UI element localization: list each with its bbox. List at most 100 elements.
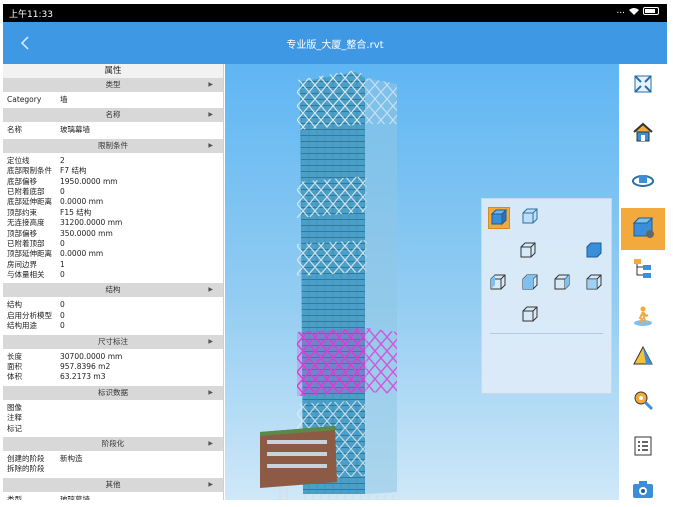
property-row[interactable]: 顶部偏移 350.0000 mm [3,229,223,239]
section-header[interactable]: 其他 ▶ [3,477,223,492]
home-button[interactable] [627,118,659,150]
property-key: 创建的阶段 [7,453,45,463]
chevron-right-icon: ▶ [208,439,213,447]
property-row[interactable]: 长度 30700.0000 mm [3,352,223,362]
property-key: 拆除的阶段 [7,464,45,474]
section-label: 尺寸标注 [98,336,128,346]
property-value: 957.8396 m2 [60,362,111,372]
property-row[interactable]: 图像 [3,403,223,413]
property-row[interactable]: 名称 玻璃幕墙 [3,125,223,135]
property-row[interactable]: 标记 [3,424,223,434]
property-value: 350.0000 mm [60,228,113,238]
property-row[interactable]: 已附着底部 0 [3,187,223,197]
property-key: 面积 [7,362,22,372]
section-header[interactable]: 阶段化 ▶ [3,436,223,451]
property-row[interactable]: 与体量相关 0 [3,270,223,280]
section-header[interactable]: 类型 ▶ [3,78,223,92]
property-value: 0 [60,186,65,196]
property-row[interactable]: 创建的阶段 新构造 [3,454,223,464]
property-value: 玻璃幕墙 [60,494,90,500]
property-row[interactable]: 启用分析模型 0 [3,311,223,321]
property-row[interactable]: 拆除的阶段 [3,464,223,474]
properties-list-icon [631,434,655,462]
property-value: 0.0000 mm [60,249,104,259]
property-row[interactable]: 底部偏移 1950.0000 mm [3,177,223,187]
property-value: F15 结构 [60,207,92,217]
section-label: 类型 [105,80,121,89]
property-key: 顶部约束 [7,207,37,217]
property-key: 房间边界 [7,259,37,269]
screenshot-button[interactable] [627,476,659,500]
property-key: 已附着底部 [7,186,45,196]
property-row[interactable]: 定位线 2 [3,156,223,166]
property-value: 墙 [60,95,68,104]
property-row[interactable]: Category 墙 [3,95,223,105]
view-cube-button[interactable] [621,208,665,250]
property-key: Category [7,95,42,104]
view-left-icon[interactable] [488,273,510,295]
property-row[interactable]: 底部限制条件 F7 结构 [3,166,223,176]
section-header[interactable]: 名称 ▶ [3,108,223,123]
view-top-icon[interactable] [520,273,542,295]
property-key: 底部延伸距离 [7,197,52,207]
measure-button[interactable] [627,386,659,418]
view-iso-icon[interactable] [584,273,606,295]
property-value: 1 [60,259,65,269]
property-row[interactable]: 无连接高度 31200.0000 mm [3,218,223,228]
wireframe-cube-icon[interactable] [520,207,542,229]
property-row[interactable]: 结构用途 0 [3,321,223,331]
property-value: 0 [60,300,65,310]
property-value: 63.2173 m3 [60,372,106,382]
property-key: 体积 [7,372,22,382]
battery-icon [643,7,659,15]
section-header[interactable]: 结构 ▶ [3,283,223,298]
property-key: 类型 [7,494,22,500]
property-row[interactable]: 面积 957.8396 m2 [3,362,223,372]
property-key: 已附着顶部 [7,238,45,248]
property-key: 图像 [7,402,22,412]
section-label: 名称 [105,110,121,120]
property-row[interactable]: 房间边界 1 [3,260,223,270]
chevron-right-icon: ▶ [208,81,213,88]
property-row[interactable]: 结构 0 [3,300,223,310]
orbit-button[interactable] [627,166,659,198]
chevron-right-icon: ▶ [208,388,213,396]
home-icon [631,120,655,148]
property-key: 与体量相关 [7,270,45,280]
property-row[interactable]: 顶部延伸距离 0.0000 mm [3,249,223,259]
fit-view-button[interactable] [627,70,659,102]
property-key: 名称 [7,125,22,135]
property-row[interactable]: 类型 玻璃幕墙 [3,495,223,500]
right-toolbar [619,64,667,500]
property-row[interactable]: 顶部约束 F15 结构 [3,208,223,218]
property-row[interactable]: 注释 [3,413,223,423]
property-value: 0 [60,321,65,331]
view-front-icon[interactable] [518,241,540,263]
model-tree-button[interactable] [627,254,659,286]
section-label: 限制条件 [98,140,128,150]
shaded-cube-icon[interactable] [488,207,510,229]
property-value: 0 [60,238,65,248]
view-bottom-icon[interactable] [520,305,542,327]
property-value [60,413,223,423]
property-key: 无连接高度 [7,218,45,228]
view-right-icon[interactable] [552,273,574,295]
property-row[interactable]: 体积 63.2173 m3 [3,372,223,382]
chevron-right-icon: ▶ [208,111,213,119]
status-indicators: ... [616,6,659,16]
app-bar: 专业版_大厦_整合.rvt [3,22,667,64]
section-header[interactable]: 尺寸标注 ▶ [3,334,223,349]
more-icon: ... [616,6,625,16]
section-header[interactable]: 标识数据 ▶ [3,385,223,400]
properties-list-button[interactable] [627,432,659,464]
view-back-icon[interactable] [584,241,606,263]
property-key: 结构 [7,300,22,310]
property-row[interactable]: 底部延伸距离 0.0000 mm [3,197,223,207]
document-title: 专业版_大厦_整合.rvt [286,40,384,51]
section-header[interactable]: 限制条件 ▶ [3,138,223,153]
section-label: 标识数据 [98,387,128,397]
section-box-button[interactable] [627,342,659,374]
chevron-right-icon: ▶ [208,337,213,345]
walk-button[interactable] [627,302,659,334]
property-row[interactable]: 已附着顶部 0 [3,239,223,249]
